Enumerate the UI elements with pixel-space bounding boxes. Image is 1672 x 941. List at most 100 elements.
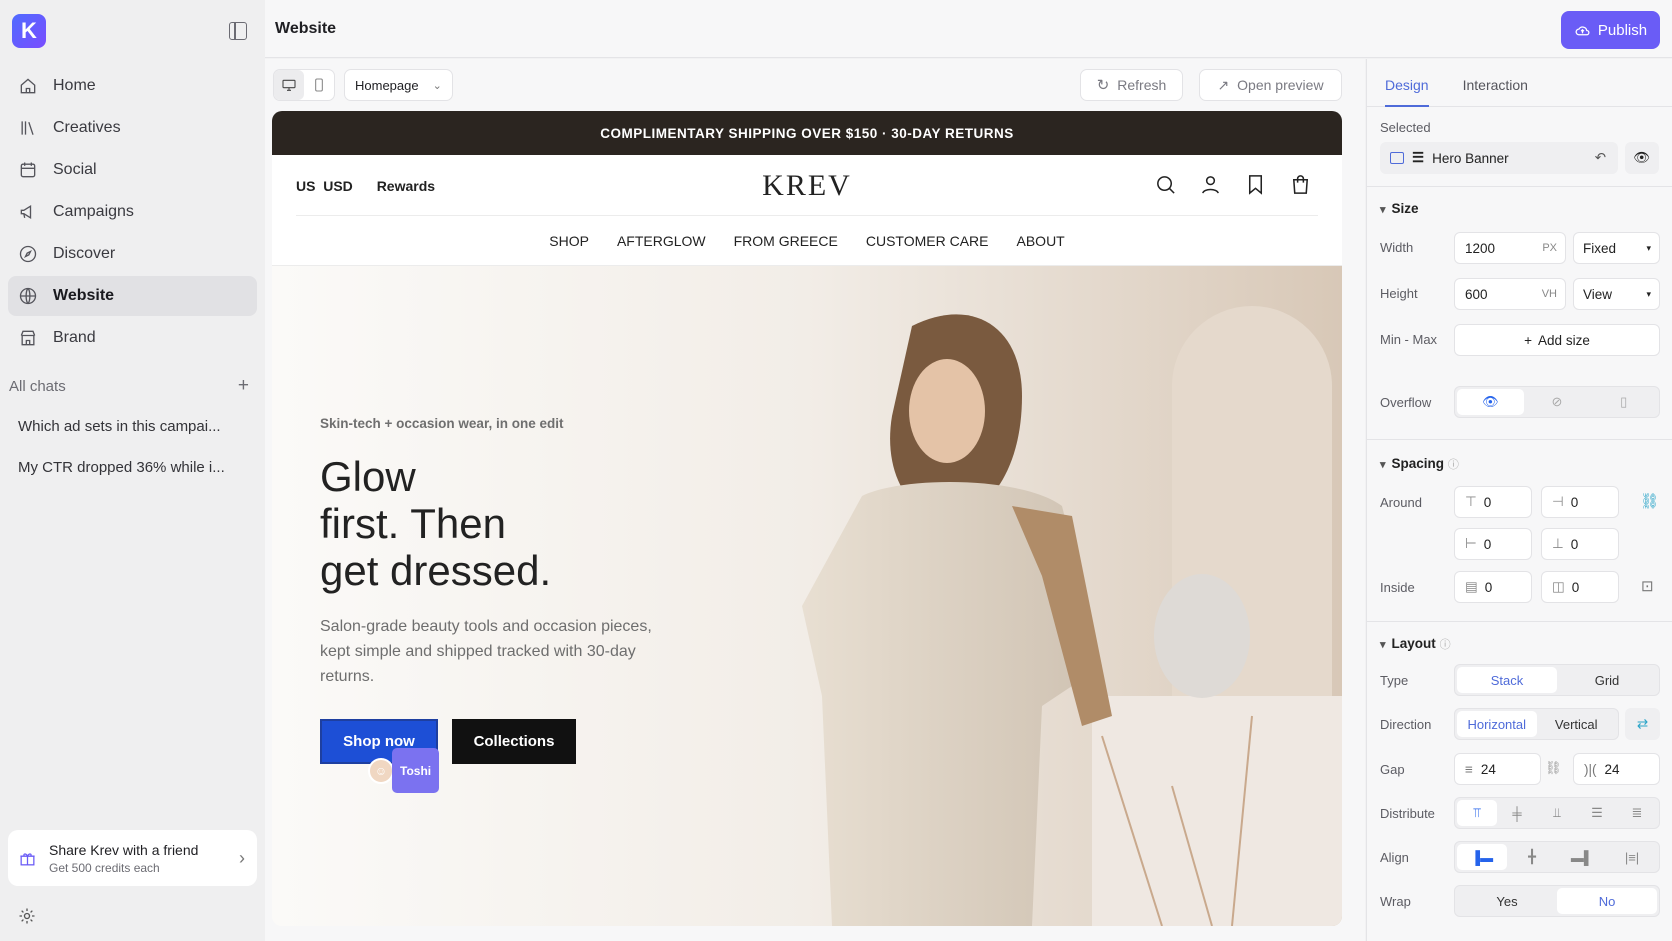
menu-item-from-greece[interactable]: FROM GREECE: [734, 233, 838, 249]
direction-vertical-option[interactable]: Vertical: [1537, 711, 1617, 737]
gear-icon[interactable]: [17, 906, 37, 926]
sidebar-item-creatives[interactable]: Creatives: [8, 108, 257, 148]
add-size-label: Add size: [1538, 332, 1590, 348]
gap-vertical-input[interactable]: )|(24: [1573, 753, 1660, 785]
caret-down-icon: ▾: [1646, 242, 1651, 253]
height-mode-select[interactable]: View ▾: [1573, 278, 1660, 310]
align-center-icon[interactable]: ╋: [1507, 844, 1557, 870]
margin-bottom-input[interactable]: ⊥ 0: [1541, 528, 1619, 560]
sidebar-item-social[interactable]: Social: [8, 150, 257, 190]
app-logo[interactable]: K: [12, 14, 46, 48]
account-icon[interactable]: [1199, 173, 1222, 196]
add-size-button[interactable]: + Add size: [1454, 324, 1660, 356]
announcement-bar[interactable]: COMPLIMENTARY SHIPPING OVER $150 · 30-DA…: [272, 111, 1342, 155]
wrap-no-option[interactable]: No: [1557, 888, 1657, 914]
margin-left-icon: ⊢: [1465, 536, 1477, 551]
reverse-direction-icon[interactable]: ⇄: [1625, 708, 1660, 740]
distribute-between-icon[interactable]: ☰: [1577, 800, 1617, 826]
margin-top-value: 0: [1483, 494, 1492, 510]
calendar-icon: [20, 162, 36, 178]
height-mode: View: [1583, 286, 1613, 302]
chat-item[interactable]: Which ad sets in this campai...: [18, 418, 233, 435]
menu-item-shop[interactable]: SHOP: [549, 233, 589, 249]
link-spacing-icon[interactable]: ⛓: [1640, 492, 1659, 510]
selected-element-name: Hero Banner: [1432, 150, 1509, 166]
margin-right-input[interactable]: ⊣ 0: [1541, 486, 1619, 518]
undo-icon[interactable]: ↶: [1595, 150, 1606, 166]
external-link-icon: ↗: [1217, 76, 1230, 93]
section-spacing[interactable]: Spacing ⓘ: [1380, 456, 1459, 472]
gap-horizontal-value: 24: [1480, 761, 1496, 777]
section-size[interactable]: Size: [1380, 201, 1419, 216]
gap-vertical-icon: )|(: [1584, 761, 1597, 777]
hero-banner[interactable]: Skin-tech + occasion wear, in one edit G…: [272, 266, 1342, 926]
section-layout[interactable]: Layout ⓘ: [1380, 636, 1451, 652]
align-stretch-icon[interactable]: |≡|: [1607, 844, 1657, 870]
type-stack-option[interactable]: Stack: [1457, 667, 1557, 693]
distribute-center-icon[interactable]: ╪: [1497, 800, 1537, 826]
top-bar: Website Publish: [265, 0, 1672, 58]
wrap-yes-option[interactable]: Yes: [1457, 888, 1557, 914]
padding-individual-icon[interactable]: ⊡: [1641, 577, 1654, 595]
open-preview-button[interactable]: ↗ Open preview: [1199, 69, 1342, 101]
direction-horizontal-option[interactable]: Horizontal: [1457, 711, 1537, 737]
height-unit: VH: [1541, 288, 1557, 300]
width-mode-select[interactable]: Fixed ▾: [1573, 232, 1660, 264]
width-unit: PX: [1542, 242, 1557, 254]
gap-horizontal-input[interactable]: ≡ 24: [1454, 753, 1541, 785]
publish-button[interactable]: Publish: [1561, 11, 1660, 49]
chat-item[interactable]: My CTR dropped 36% while i...: [18, 459, 233, 476]
margin-top-input[interactable]: ⊤ 0: [1454, 486, 1532, 518]
sidebar-item-home[interactable]: Home: [8, 66, 257, 106]
hero-headline: Glow first. Then get dressed.: [320, 453, 680, 594]
sidebar-item-discover[interactable]: Discover: [8, 234, 257, 274]
sidebar-item-website[interactable]: Website: [8, 276, 257, 316]
library-icon: [21, 121, 34, 135]
distribute-label: Distribute: [1380, 806, 1435, 821]
sidebar: K Home Creatives Social Campaigns Discov…: [0, 0, 265, 941]
margin-left-input[interactable]: ⊢ 0: [1454, 528, 1532, 560]
distribute-start-icon[interactable]: ⫪: [1457, 800, 1497, 826]
mobile-icon[interactable]: [304, 70, 334, 100]
tab-design[interactable]: Design: [1385, 59, 1429, 107]
avatar: ☺: [368, 757, 394, 784]
home-icon: [20, 78, 36, 94]
sidebar-item-campaigns[interactable]: Campaigns: [8, 192, 257, 232]
refresh-label: Refresh: [1117, 77, 1167, 93]
padding-vertical-icon: ▤: [1465, 579, 1478, 594]
menu-item-about[interactable]: ABOUT: [1017, 233, 1065, 249]
bookmark-icon[interactable]: [1244, 173, 1267, 196]
desktop-icon[interactable]: [274, 70, 304, 100]
tab-interaction[interactable]: Interaction: [1463, 59, 1528, 107]
align-end-icon[interactable]: ▬▌: [1557, 844, 1607, 870]
sidebar-toggle-icon[interactable]: [229, 22, 247, 40]
divider: [1367, 186, 1672, 187]
type-grid-option[interactable]: Grid: [1557, 667, 1657, 693]
shopping-bag-icon[interactable]: [1289, 173, 1312, 196]
refresh-button[interactable]: ↻ Refresh: [1080, 69, 1183, 101]
headline-line-1: Glow: [320, 453, 416, 500]
distribute-around-icon[interactable]: ≣: [1617, 800, 1657, 826]
menu-item-customer-care[interactable]: CUSTOMER CARE: [866, 233, 989, 249]
width-input[interactable]: 1200 PX: [1454, 232, 1566, 264]
sidebar-item-brand[interactable]: Brand: [8, 318, 257, 358]
new-chat-plus-icon[interactable]: +: [238, 376, 249, 395]
collections-button[interactable]: Collections: [452, 719, 576, 764]
overflow-scroll-icon[interactable]: ▯: [1590, 389, 1657, 415]
height-input[interactable]: 600 VH: [1454, 278, 1566, 310]
direction-label: Direction: [1380, 717, 1432, 732]
menu-item-afterglow[interactable]: AFTERGLOW: [617, 233, 706, 249]
search-icon[interactable]: [1154, 173, 1177, 196]
align-start-icon[interactable]: ▐▬: [1457, 844, 1507, 870]
collaborator-cursor: ☺ Toshi: [368, 748, 440, 793]
padding-vertical-input[interactable]: ▤ 0: [1454, 571, 1532, 603]
overflow-visible-icon[interactable]: 👁: [1457, 389, 1524, 415]
distribute-end-icon[interactable]: ⫫: [1537, 800, 1577, 826]
link-gap-icon[interactable]: ⛓: [1545, 760, 1562, 776]
selected-element[interactable]: ☰ Hero Banner ↶: [1380, 142, 1618, 174]
eye-icon[interactable]: 👁: [1625, 142, 1659, 174]
overflow-hidden-icon[interactable]: ⊘: [1524, 389, 1591, 415]
padding-horizontal-input[interactable]: ◫ 0: [1541, 571, 1619, 603]
page-select[interactable]: Homepage ⌄: [344, 69, 453, 101]
share-card[interactable]: Share Krev with a friend Get 500 credits…: [8, 830, 257, 886]
